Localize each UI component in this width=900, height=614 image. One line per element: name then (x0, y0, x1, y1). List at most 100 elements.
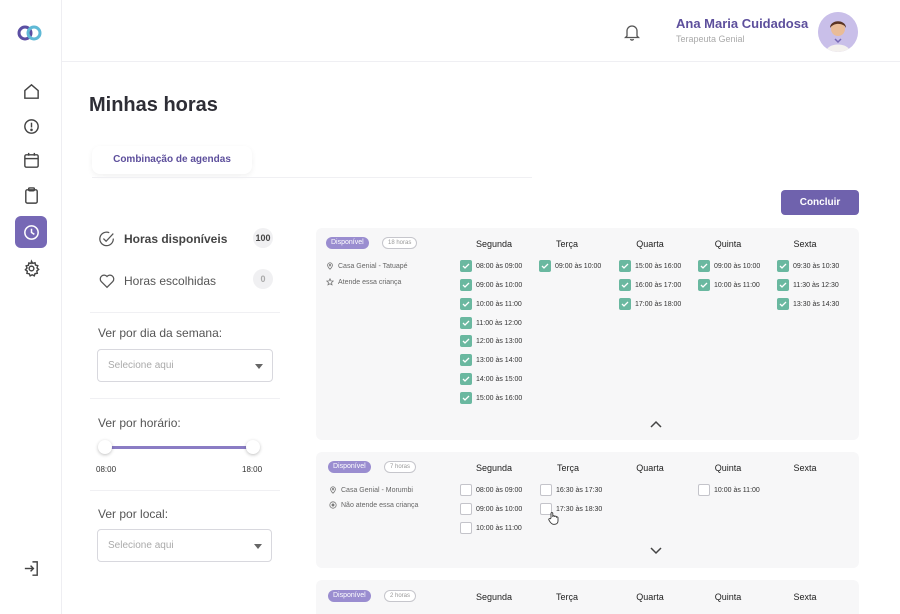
nav-settings[interactable] (15, 252, 47, 284)
checkbox-checked-icon (460, 373, 472, 385)
checkbox-icon (460, 522, 472, 534)
time-slider-min-value: 08:00 (96, 465, 117, 474)
time-slot[interactable]: 09:00 às 10:00 (460, 279, 522, 291)
time-slot[interactable]: 09:00 às 10:00 (539, 260, 601, 272)
brand-logo[interactable] (17, 24, 43, 42)
avatar[interactable] (818, 12, 858, 52)
time-slot[interactable]: 12:00 às 13:00 (460, 335, 522, 347)
chevron-down-icon[interactable] (650, 547, 662, 555)
time-slot[interactable]: 08:00 às 09:00 (460, 484, 522, 496)
day-header: Segunda (475, 592, 513, 602)
time-slider-track[interactable] (105, 446, 253, 449)
time-slot[interactable]: 09:30 às 10:30 (777, 260, 839, 272)
clock-icon (23, 224, 39, 240)
time-slot[interactable]: 10:00 às 11:00 (460, 522, 522, 534)
location-text: Casa Genial - Morumbi (341, 486, 413, 494)
hours-badge: 18 horas (382, 237, 418, 249)
nav-calendar[interactable] (15, 144, 47, 176)
sidebar (0, 0, 62, 614)
checkbox-checked-icon (460, 317, 472, 329)
checkbox-checked-icon (539, 260, 551, 272)
filter-chosen-hours[interactable]: Horas escolhidas (98, 272, 216, 290)
time-slot[interactable]: 11:30 às 12:30 (777, 279, 839, 291)
available-hours-label: Horas disponíveis (124, 232, 228, 246)
schedule-card: Disponível 2 horas Segunda Terça Quarta … (316, 580, 859, 614)
day-header: Terça (555, 592, 578, 602)
day-header: Terça (555, 239, 578, 249)
time-slider-max-handle[interactable] (246, 440, 260, 454)
alert-icon (23, 118, 39, 134)
time-slot[interactable]: 13:30 às 14:30 (777, 298, 839, 310)
checkbox-checked-icon (698, 279, 710, 291)
nav-home[interactable] (15, 75, 47, 107)
checkbox-icon (698, 484, 710, 496)
calendar-icon (23, 152, 39, 168)
time-slot[interactable]: 14:00 às 15:00 (460, 373, 522, 385)
day-header: Quinta (714, 239, 742, 249)
time-slot[interactable]: 16:00 às 17:00 (619, 279, 681, 291)
time-slot[interactable]: 16:30 às 17:30 (540, 484, 602, 496)
time-slot[interactable]: 13:00 às 14:00 (460, 354, 522, 366)
checkbox-checked-icon (777, 260, 789, 272)
day-header: Quinta (714, 592, 742, 602)
checkbox-checked-icon (460, 335, 472, 347)
bell-icon[interactable] (624, 23, 640, 41)
time-slot[interactable]: 17:00 às 18:00 (619, 298, 681, 310)
chevron-up-icon[interactable] (650, 420, 662, 428)
conclude-button[interactable]: Concluir (781, 190, 859, 215)
checkbox-checked-icon (460, 392, 472, 404)
available-hours-count: 100 (253, 228, 273, 248)
tab-divider (92, 177, 532, 178)
weekday-select[interactable]: Selecione aqui (97, 349, 273, 382)
note-text: Não atende essa criança (341, 501, 419, 509)
check-circle-icon (99, 231, 114, 247)
time-slot[interactable]: 11:00 às 12:00 (460, 317, 522, 329)
checkbox-checked-icon (460, 354, 472, 366)
day-header: Sexta (793, 592, 817, 602)
day-header: Sexta (793, 239, 817, 249)
caret-down-icon (254, 544, 262, 549)
pin-icon (327, 262, 333, 270)
day-header: Quarta (636, 239, 664, 249)
time-slot[interactable]: 09:00 às 10:00 (698, 260, 760, 272)
time-slot[interactable]: 09:00 às 10:00 (460, 503, 522, 515)
nav-hours[interactable] (15, 216, 47, 248)
user-role: Terapeuta Genial (676, 34, 745, 44)
checkbox-checked-icon (460, 298, 472, 310)
location-text: Casa Genial - Tatuapé (338, 262, 408, 270)
hours-badge: 7 horas (384, 461, 417, 473)
star-icon (326, 278, 334, 286)
time-slot[interactable]: 15:00 às 16:00 (619, 260, 681, 272)
checkbox-checked-icon (460, 260, 472, 272)
filter-available-hours[interactable]: Horas disponíveis (98, 230, 227, 248)
divider (90, 490, 280, 491)
time-slot[interactable]: 10:00 às 11:00 (698, 279, 760, 291)
note-text: Atende essa criança (338, 278, 402, 286)
nav-alerts[interactable] (15, 110, 47, 142)
time-slot[interactable]: 10:00 às 11:00 (460, 298, 522, 310)
time-filter-label: Ver por horário: (98, 416, 181, 430)
location-select-placeholder: Selecione aqui (108, 540, 174, 551)
checkbox-checked-icon (460, 279, 472, 291)
day-header: Segunda (475, 239, 513, 249)
time-slot[interactable]: 10:00 às 11:00 (698, 484, 760, 496)
top-header: Ana Maria Cuidadosa Terapeuta Genial (62, 0, 900, 62)
day-header: Quarta (636, 463, 664, 473)
day-header: Quinta (714, 463, 742, 473)
checkbox-checked-icon (619, 260, 631, 272)
location-filter-label: Ver por local: (98, 507, 169, 521)
nav-clipboard[interactable] (15, 179, 47, 211)
schedule-card: Disponível 7 horas Casa Genial - Morumbi… (316, 452, 859, 568)
gear-icon (23, 258, 40, 277)
logout-button[interactable] (15, 552, 47, 584)
time-slot[interactable]: 15:00 às 16:00 (460, 392, 522, 404)
time-slot[interactable]: 08:00 às 09:00 (460, 260, 522, 272)
weekday-select-placeholder: Selecione aqui (108, 360, 174, 371)
day-header: Segunda (475, 463, 513, 473)
location-select[interactable]: Selecione aqui (97, 529, 272, 562)
location-info: Casa Genial - Morumbi (329, 486, 413, 494)
day-header: Sexta (793, 463, 817, 473)
time-slider-min-handle[interactable] (98, 440, 112, 454)
time-slider-max-value: 18:00 (242, 465, 263, 474)
tab-schedule-combination[interactable]: Combinação de agendas (92, 146, 252, 174)
